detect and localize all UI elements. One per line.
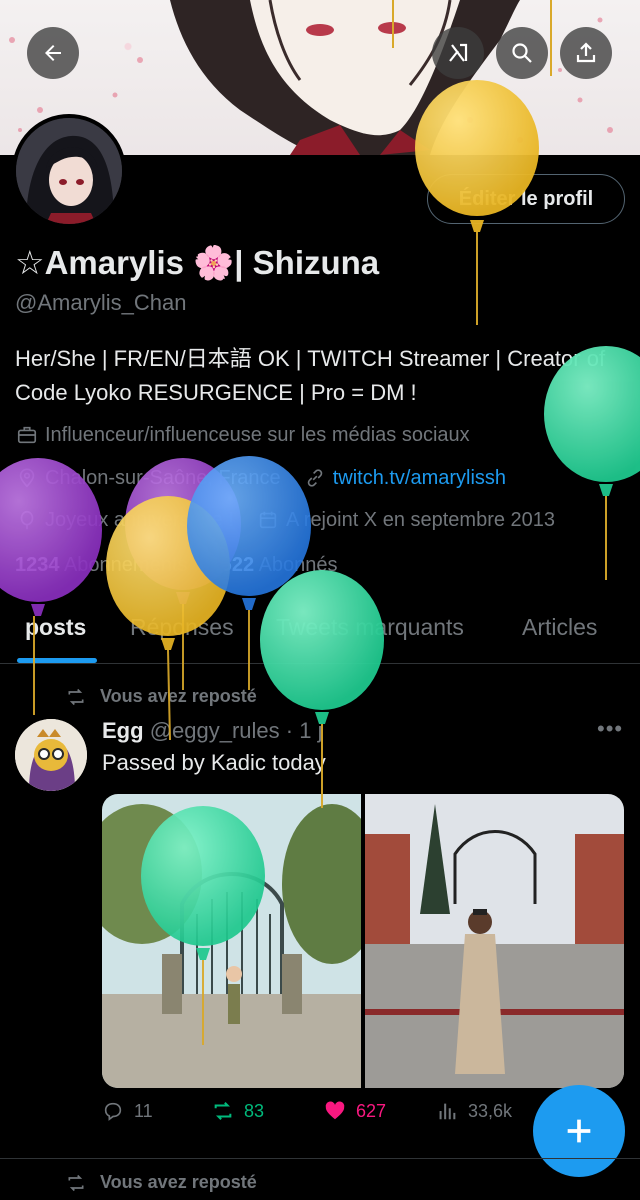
tab-articles[interactable]: Articles xyxy=(522,614,597,641)
profile-category-row: Influenceur/influenceuse sur les médias … xyxy=(15,423,470,447)
tab-replies[interactable]: Réponses xyxy=(130,614,234,641)
profile-location: Chalon-sur-Saône, France xyxy=(45,466,281,489)
compose-button[interactable] xyxy=(533,1085,625,1177)
reply-count: 11 xyxy=(134,1100,153,1121)
like-button[interactable]: 627 xyxy=(324,1100,386,1122)
balloon-purple-left xyxy=(0,458,102,715)
active-tab-indicator xyxy=(17,658,97,663)
post-author-handle[interactable]: @eggy_rules xyxy=(150,718,280,743)
post-author-avatar[interactable] xyxy=(15,719,87,791)
next-repost-label: Vous avez reposté xyxy=(100,1172,257,1192)
repost-icon xyxy=(68,688,84,705)
profile-dates-row: Joyeux anniversaire ! A rejoint X en sep… xyxy=(15,508,555,532)
display-name: ☆Amarylis 🌸| Shizuna xyxy=(15,244,380,281)
tab-highlights[interactable]: Tweets marquants xyxy=(276,614,464,641)
back-button[interactable] xyxy=(27,27,79,79)
retweet-button[interactable]: 83 xyxy=(212,1100,264,1122)
following-count: 1234 xyxy=(15,554,60,576)
like-count: 627 xyxy=(356,1100,387,1121)
briefcase-icon xyxy=(15,423,39,447)
edit-profile-button[interactable]: Éditer le profil xyxy=(427,174,625,224)
post-image-1[interactable] xyxy=(102,794,361,1088)
profile-avatar[interactable] xyxy=(12,114,126,228)
profile-location-row: Chalon-sur-Saône, France twitch.tv/amary… xyxy=(15,466,506,490)
kadic-gate-photo xyxy=(365,794,624,1088)
followers-label: Abonnés xyxy=(258,554,338,576)
next-repost-indicator: Vous avez reposté xyxy=(66,1172,257,1193)
following-label: Abonnements xyxy=(63,554,188,576)
post-actions: 11 83 627 33,6k xyxy=(102,1100,542,1130)
post-header: Egg @eggy_rules · 1 j xyxy=(102,718,322,744)
heart-icon xyxy=(325,1101,345,1120)
views-count: 33,6k xyxy=(468,1100,513,1121)
arrow-left-icon xyxy=(45,45,61,61)
views-icon xyxy=(439,1103,456,1120)
search-button[interactable] xyxy=(496,27,548,79)
profile-joined: A rejoint X en septembre 2013 xyxy=(285,508,556,531)
kadic-gate-illustration xyxy=(102,794,361,1088)
post-time: · 1 j xyxy=(285,718,323,743)
views-button[interactable]: 33,6k xyxy=(436,1100,512,1122)
balloon-icon xyxy=(15,508,39,532)
share-button[interactable] xyxy=(560,27,612,79)
followers-count: 1622 xyxy=(209,554,255,576)
profile-handle: @Amarylis_Chan xyxy=(15,290,187,315)
grok-button[interactable] xyxy=(432,27,484,79)
retweet-icon xyxy=(214,1102,232,1120)
profile-bio: Her/She | FR/EN/日本語 OK | TWITCH Streamer… xyxy=(15,346,606,405)
tab-posts[interactable]: posts xyxy=(25,614,86,641)
profile-category: Influenceur/influenceuse sur les médias … xyxy=(45,423,470,446)
grok-icon xyxy=(449,43,468,62)
egg-avatar-image xyxy=(15,719,87,791)
post-image-2[interactable] xyxy=(365,794,624,1088)
post-more-button[interactable]: ••• xyxy=(597,716,623,742)
search-icon xyxy=(512,43,532,63)
reply-icon xyxy=(104,1102,122,1121)
post-divider xyxy=(0,1158,640,1159)
follow-stats: 1234 Abonnements 1622 Abonnés xyxy=(15,554,338,577)
reply-button[interactable]: 11 xyxy=(102,1100,153,1122)
post-text: Passed by Kadic today xyxy=(102,750,326,775)
avatar-image xyxy=(16,118,122,224)
profile-birthday: Joyeux anniversaire ! xyxy=(45,508,234,531)
location-pin-icon xyxy=(15,466,39,490)
repost-icon xyxy=(68,1174,84,1191)
repost-label: Vous avez reposté xyxy=(100,686,257,706)
calendar-icon xyxy=(256,508,280,532)
followers-link[interactable]: 1622 Abonnés xyxy=(210,554,338,576)
post-author-name[interactable]: Egg xyxy=(102,718,144,743)
link-icon xyxy=(303,466,327,490)
profile-tabs: posts Réponses Tweets marquants Articles xyxy=(0,600,640,664)
plus-icon xyxy=(567,1119,591,1143)
retweet-count: 83 xyxy=(244,1100,265,1121)
repost-indicator: Vous avez reposté xyxy=(66,686,257,707)
share-icon xyxy=(576,42,596,63)
profile-website-link[interactable]: twitch.tv/amarylissh xyxy=(333,467,506,490)
post-media[interactable] xyxy=(102,794,624,1088)
following-link[interactable]: 1234 Abonnements xyxy=(15,554,187,576)
